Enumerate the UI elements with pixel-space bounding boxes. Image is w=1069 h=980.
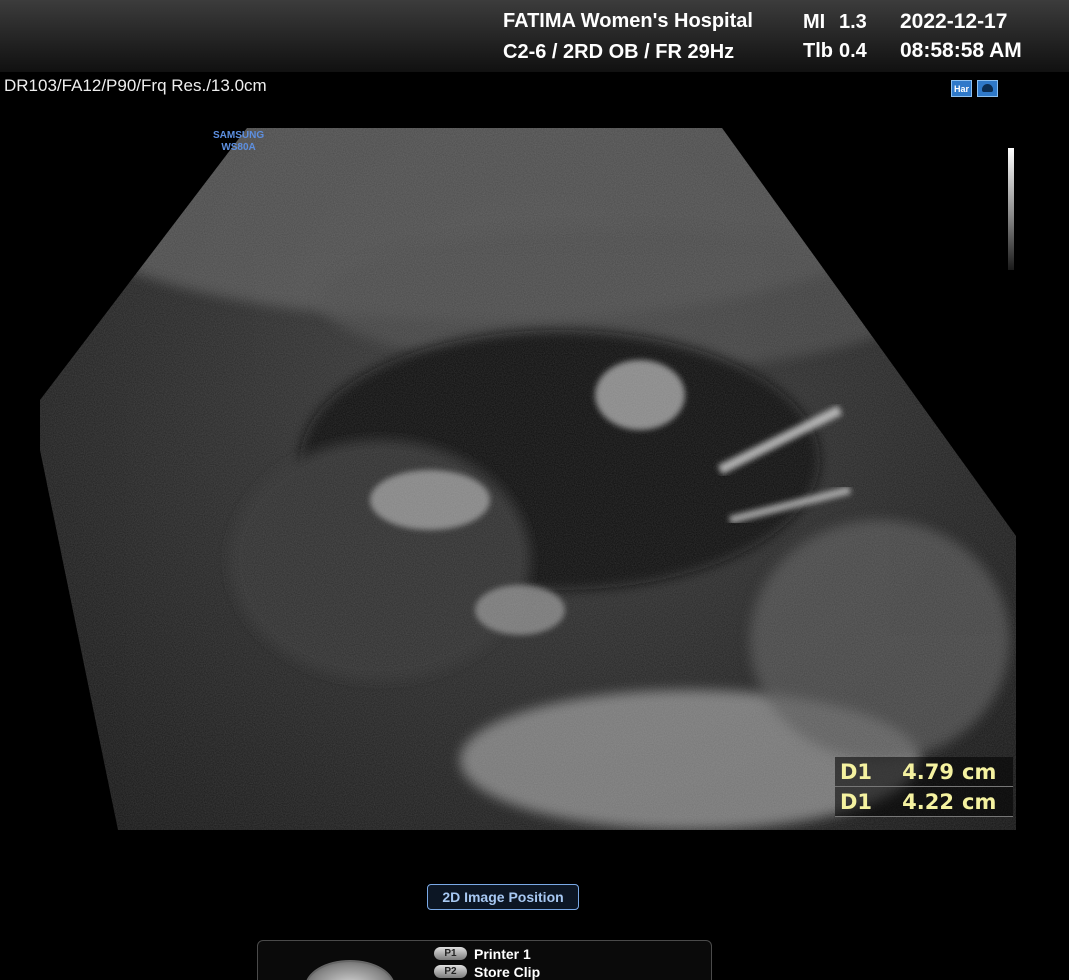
- store-clip-key[interactable]: P2 Store Clip: [434, 963, 541, 980]
- measurement-value: 4.22: [902, 790, 954, 814]
- measurement-label: D1: [840, 760, 873, 784]
- printer-1-key[interactable]: P1 Printer 1: [434, 945, 531, 962]
- brand-model: WS80A: [221, 142, 256, 153]
- ultrasound-screen: FATIMA Women's Hospital C2-6 / 2RD OB / …: [0, 0, 1069, 980]
- measurement-row: D1 4.22 cm: [835, 787, 1013, 817]
- ultrasound-image: [40, 128, 1016, 830]
- measurement-label: D1: [840, 790, 873, 814]
- p2-key-badge: P2: [434, 965, 467, 979]
- p1-key-label: Printer 1: [474, 945, 531, 962]
- measurement-value: 4.79: [902, 760, 954, 784]
- image-position-button[interactable]: 2D Image Position: [427, 884, 579, 910]
- gray-scale-bar: [1008, 148, 1014, 270]
- p2-key-label: Store Clip: [474, 963, 541, 980]
- measurement-row: D1 4.79 cm: [835, 757, 1013, 787]
- measurement-unit: cm: [962, 760, 997, 784]
- brand-logo: SAMSUNG WS80A: [213, 130, 264, 154]
- measurement-panel: D1 4.79 cm D1 4.22 cm: [835, 757, 1013, 817]
- brand-maker: SAMSUNG: [213, 130, 265, 141]
- p1-key-badge: P1: [434, 947, 467, 961]
- measurement-unit: cm: [962, 790, 997, 814]
